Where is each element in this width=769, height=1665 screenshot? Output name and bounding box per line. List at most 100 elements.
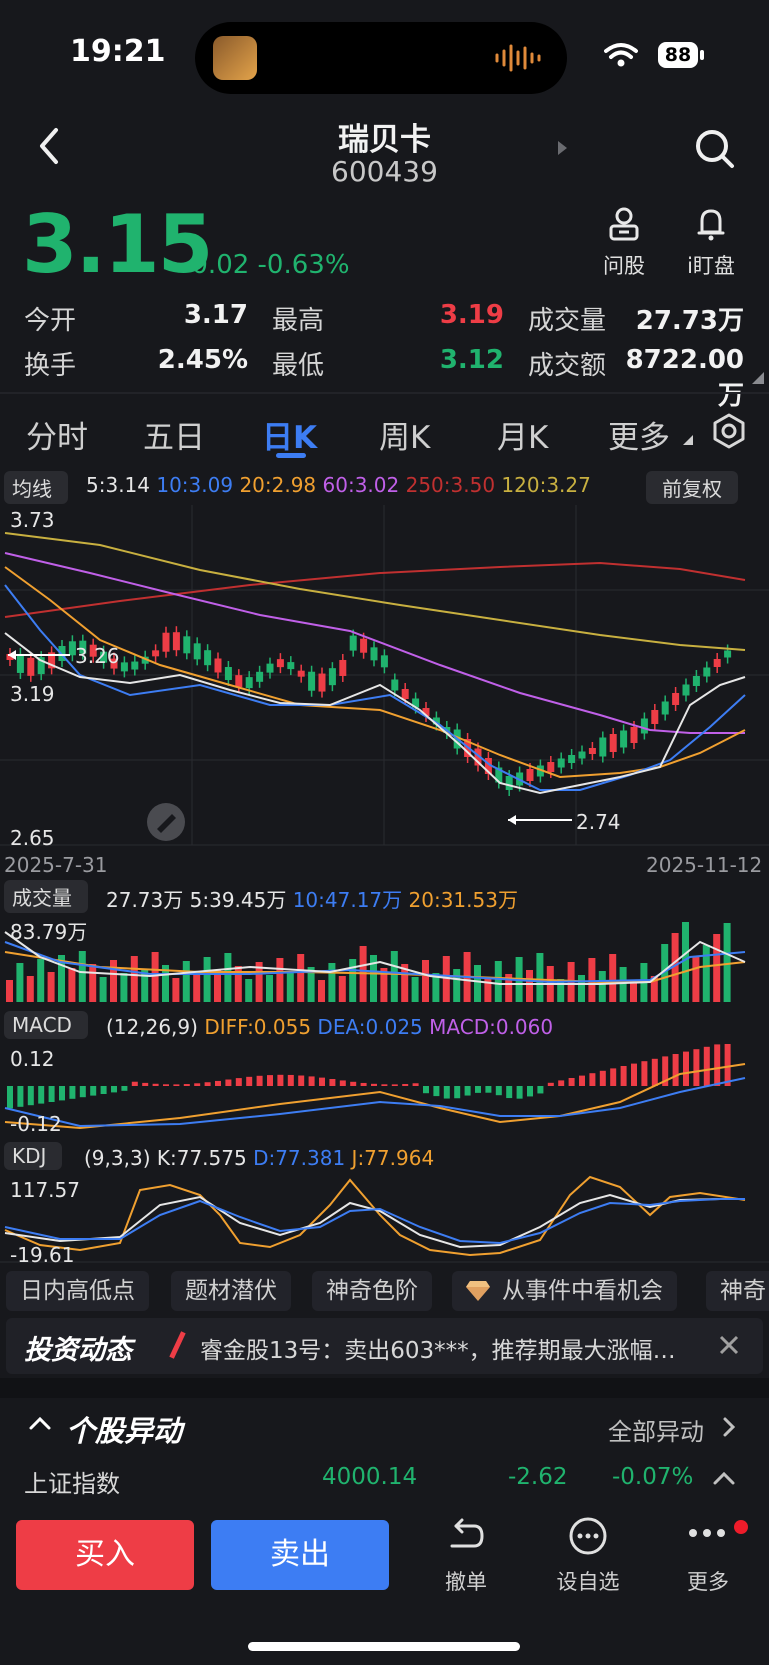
- macd-bar: [121, 1086, 128, 1091]
- chevron-right-icon[interactable]: [722, 1416, 736, 1438]
- cancel-order-label[interactable]: 撤单: [436, 1566, 496, 1596]
- macd-selector[interactable]: MACD: [4, 1011, 88, 1039]
- add-watchlist-icon[interactable]: [568, 1516, 608, 1556]
- macd-bar: [339, 1080, 346, 1086]
- macd-bar: [412, 1083, 419, 1086]
- search-icon[interactable]: [694, 128, 736, 170]
- candle-body: [120, 662, 128, 672]
- candle-body: [630, 727, 638, 743]
- macd-bar: [183, 1084, 190, 1086]
- macd-bar: [287, 1074, 294, 1086]
- volume-bar: [536, 953, 544, 1002]
- high-label: 最高: [272, 306, 325, 336]
- low-marker: [508, 815, 572, 825]
- chart-settings-icon[interactable]: [710, 412, 748, 450]
- ma-legend: 5:3.14 10:3.09 20:2.98 60:3.02 250:3.50 …: [86, 473, 591, 497]
- volume-bar: [702, 945, 710, 1002]
- candle-body: [661, 701, 669, 715]
- macd-bar: [215, 1080, 221, 1086]
- sell-button[interactable]: 卖出: [211, 1520, 389, 1590]
- macd-bar: [651, 1058, 658, 1086]
- turnover-value: 2.45%: [157, 345, 248, 375]
- volume-bar: [598, 971, 606, 1002]
- volume-chart[interactable]: [0, 912, 769, 1004]
- wifi-icon: [604, 43, 638, 67]
- tab-more[interactable]: 更多: [608, 412, 670, 457]
- bell-icon[interactable]: [694, 206, 728, 242]
- news-text[interactable]: 睿金股13号：卖出603***，推荐期最大涨幅…: [200, 1331, 676, 1365]
- watch-label[interactable]: i盯盘: [672, 250, 750, 280]
- candle-body: [391, 679, 399, 691]
- macd-chart[interactable]: [0, 1044, 769, 1136]
- next-stock-icon[interactable]: [556, 140, 568, 156]
- ma-selector[interactable]: 均线: [4, 471, 68, 504]
- volume-value: 27.73万: [635, 306, 744, 336]
- ask-stock-icon[interactable]: [607, 206, 641, 242]
- undo-icon[interactable]: [446, 1518, 486, 1554]
- add-watchlist-label[interactable]: 设自选: [550, 1566, 626, 1596]
- chevron-up-icon[interactable]: [712, 1470, 736, 1486]
- more-icon[interactable]: [686, 1526, 734, 1540]
- candle-body: [568, 755, 576, 763]
- adjust-selector[interactable]: 前复权: [646, 471, 738, 504]
- kdj-chart[interactable]: [0, 1175, 769, 1263]
- volume-bar: [723, 923, 731, 1002]
- volume-bar: [172, 978, 180, 1002]
- tab-daily-k[interactable]: 日K: [262, 412, 317, 457]
- macd-bar: [714, 1044, 721, 1086]
- tab-monthly-k[interactable]: 月K: [497, 412, 548, 457]
- candle-body: [588, 748, 596, 754]
- movers-all-link[interactable]: 全部异动: [608, 1412, 704, 1447]
- macd-bar: [402, 1084, 409, 1086]
- macd-bar: [308, 1076, 315, 1086]
- ask-stock-label[interactable]: 问股: [594, 250, 654, 280]
- chip-magic-color[interactable]: 神奇色阶: [312, 1271, 432, 1311]
- chip-event-opportunity[interactable]: 从事件中看机会: [452, 1271, 677, 1311]
- volume-bar: [422, 960, 429, 1002]
- volume-bar: [16, 963, 24, 1002]
- close-icon[interactable]: [718, 1334, 740, 1356]
- candle-body: [27, 657, 35, 676]
- kdj-y-top: 117.57: [10, 1178, 80, 1202]
- candle-body: [328, 668, 336, 686]
- more-label[interactable]: 更多: [680, 1566, 736, 1596]
- expand-corner-icon[interactable]: [752, 372, 764, 384]
- candle-body: [360, 638, 368, 653]
- kline-chart[interactable]: [0, 505, 769, 850]
- candle-body: [214, 658, 222, 673]
- volume-bar: [99, 977, 107, 1002]
- chevron-up-icon[interactable]: [28, 1415, 52, 1431]
- volume-bar: [411, 977, 419, 1002]
- macd-y-top: 0.12: [10, 1047, 55, 1071]
- price-change-value: -0.02: [182, 250, 250, 280]
- tab-intraday[interactable]: 分时: [26, 412, 88, 457]
- chip-theme-ambush[interactable]: 题材潜伏: [171, 1271, 291, 1311]
- volume-bar: [203, 957, 211, 1002]
- macd-bar: [152, 1083, 159, 1086]
- buy-button[interactable]: 买入: [16, 1520, 194, 1590]
- macd-bar: [454, 1086, 461, 1099]
- macd-bar: [27, 1086, 34, 1106]
- amount-label: 成交额: [528, 351, 607, 381]
- volume-bar: [130, 956, 138, 1002]
- kdj-j-line: [4, 1175, 746, 1257]
- price-change: -0.02 -0.63%: [182, 250, 350, 280]
- volume-bar: [526, 970, 533, 1002]
- volume-bar: [276, 958, 284, 1002]
- macd-bar: [267, 1075, 273, 1086]
- candle-body: [276, 659, 284, 668]
- tab-five-day[interactable]: 五日: [143, 412, 205, 457]
- tab-weekly-k[interactable]: 周K: [379, 412, 430, 457]
- low-label: 最低: [272, 351, 325, 381]
- macd-bar: [620, 1066, 627, 1086]
- chip-magic-more[interactable]: 神奇: [706, 1271, 769, 1311]
- kdj-legend-item: J:77.964: [351, 1146, 435, 1170]
- macd-bar: [277, 1074, 284, 1086]
- amount-value: 8722.00万: [625, 345, 744, 411]
- volume-selector[interactable]: 成交量: [4, 880, 88, 913]
- kdj-selector[interactable]: KDJ: [4, 1142, 63, 1170]
- ma-selector-label: 均线: [12, 477, 52, 501]
- macd-bar: [38, 1086, 45, 1104]
- candle-body: [297, 670, 305, 677]
- chip-intraday-high-low[interactable]: 日内高低点: [6, 1271, 149, 1311]
